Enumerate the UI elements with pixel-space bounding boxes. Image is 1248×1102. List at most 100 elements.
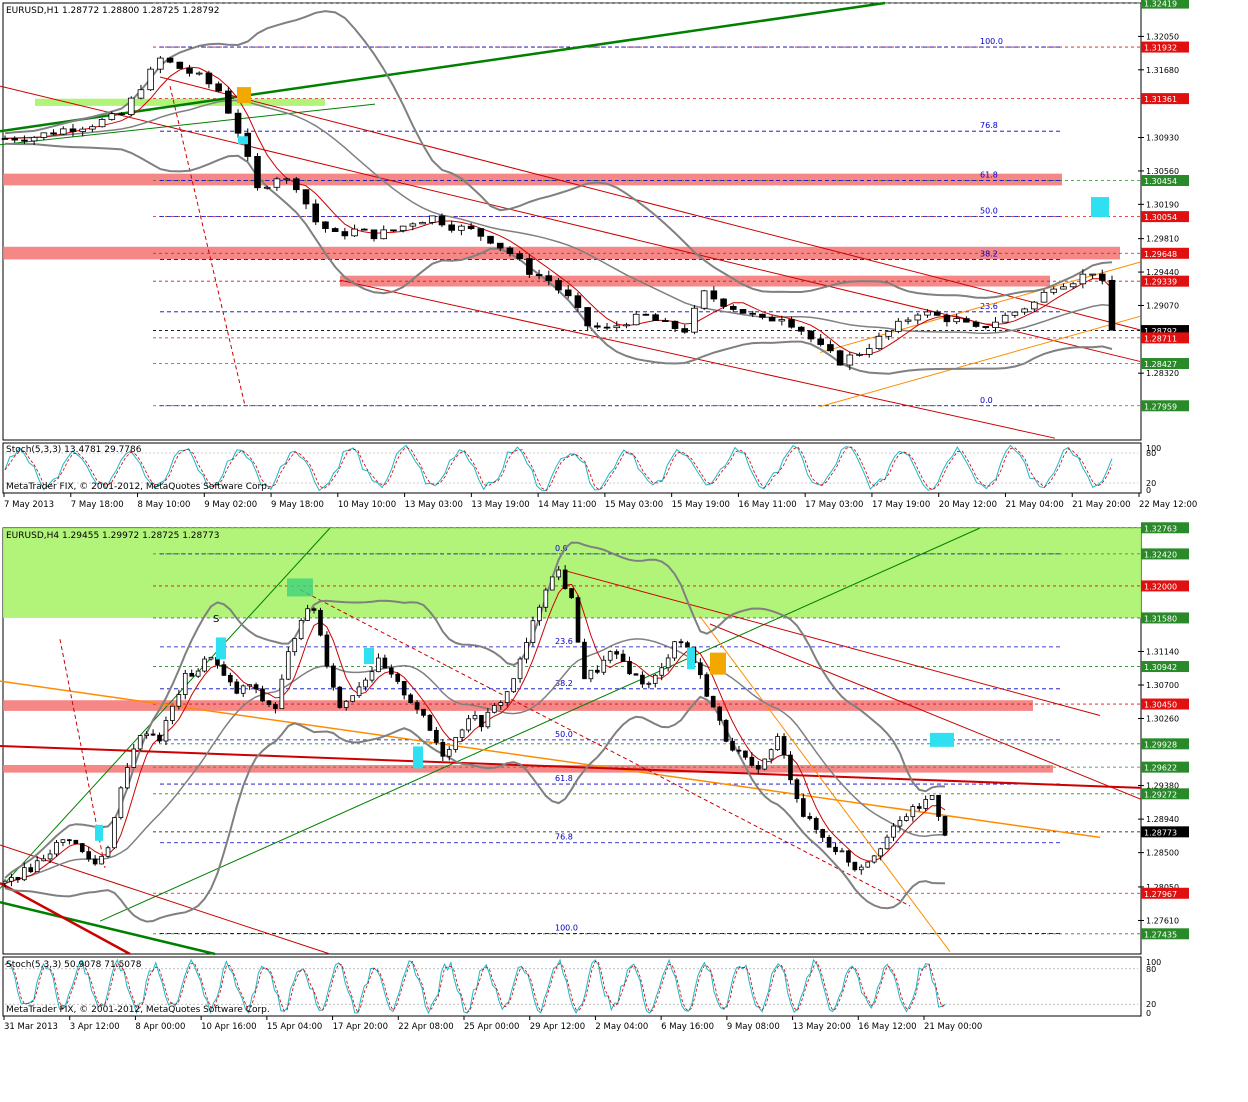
candle-body [1089, 273, 1096, 276]
candle-body [743, 750, 748, 758]
candle-body [382, 657, 388, 669]
candle-body [298, 620, 304, 640]
candle-body [69, 128, 77, 132]
candle-body [916, 806, 922, 809]
candle-body [341, 231, 349, 237]
candle-body [1108, 279, 1116, 331]
trendline [0, 844, 331, 955]
candle-body [992, 321, 999, 328]
candle-body [942, 816, 948, 836]
h1-header: EURUSD,H1 1.28772 1.28800 1.28725 1.2879… [6, 6, 219, 16]
candle-body [836, 350, 844, 366]
candle-body [640, 674, 645, 685]
candle-body [852, 861, 858, 871]
candle-body [163, 720, 169, 742]
y-tick-label: 1.28500 [1146, 849, 1179, 858]
candle-body [195, 670, 201, 677]
candle-body [788, 319, 795, 328]
candle-body [584, 307, 591, 327]
candle-body [856, 353, 863, 356]
candle-body [797, 326, 805, 332]
candle-body [440, 741, 446, 757]
x-tick-label: 21 May 04:00 [1005, 500, 1063, 510]
candle-body [34, 860, 40, 873]
y-tick-label: 1.29810 [1146, 235, 1179, 244]
candle-body [247, 684, 252, 687]
candle-body [678, 641, 684, 644]
candle-body [322, 221, 329, 229]
y-tick-label: 1.30560 [1146, 167, 1179, 176]
candle-body [409, 223, 417, 227]
price-label-text: 1.30454 [1144, 177, 1177, 186]
candle-body [30, 137, 38, 142]
candle-body [59, 128, 67, 135]
candle-body [498, 702, 504, 706]
candle-body [92, 858, 98, 865]
candle-body [47, 853, 53, 860]
candle-body [1079, 273, 1087, 285]
candle-body [21, 139, 28, 142]
y-tick-label: 1.30930 [1146, 134, 1179, 143]
candle-body [147, 68, 154, 91]
price-label-text: 1.29622 [1144, 764, 1177, 773]
candle-body [788, 754, 793, 781]
candle-body [1099, 273, 1106, 281]
candle-body [176, 694, 182, 707]
h4-y-ticks: 1.311401.307001.302601.293801.289401.285… [1138, 647, 1179, 925]
candle-body [254, 156, 261, 189]
candle-body [86, 851, 92, 860]
candle-body [428, 215, 436, 223]
price-label-text: 1.31361 [1144, 95, 1177, 104]
candle-body [448, 224, 455, 231]
fib-level-label: 76.8 [980, 121, 998, 130]
price-label-text: 1.28711 [1144, 334, 1177, 343]
x-tick-label: 9 May 08:00 [727, 1022, 780, 1032]
candle-body [582, 641, 587, 680]
candle-body [642, 313, 650, 316]
stoch-scale-label: 0 [1146, 486, 1151, 495]
candle-body [511, 678, 516, 693]
h4-price-labels: 1.32763 1.32420 1.32000 1.31580 1.30942 1.304… [1141, 522, 1189, 940]
y-tick-label: 1.31680 [1146, 66, 1179, 75]
candle-body [350, 695, 355, 702]
cyan-marker [216, 637, 226, 660]
candle-body [408, 694, 413, 703]
candle-body [652, 314, 659, 321]
cyan-marker [930, 732, 954, 747]
candle-body [118, 113, 125, 116]
fib-level-label: 76.8 [555, 833, 573, 842]
candle-body [446, 749, 452, 757]
candle-body [929, 794, 935, 800]
candle-body [137, 89, 145, 99]
candle-body [794, 779, 800, 799]
candle-body [839, 850, 845, 853]
candle-body [910, 806, 916, 818]
candle-body [865, 348, 873, 355]
candle-body [472, 715, 478, 720]
candle-body [633, 673, 639, 676]
candle-body [467, 225, 475, 230]
candle-body [283, 178, 290, 181]
candle-body [279, 678, 285, 710]
candle-body [105, 847, 111, 857]
x-tick-label: 14 May 11:00 [538, 500, 596, 510]
candle-body [826, 836, 832, 848]
s-marker: S [213, 614, 219, 625]
candle-body [401, 681, 407, 696]
candle-body [530, 620, 536, 643]
candle-body [292, 638, 298, 653]
candle-body [253, 684, 259, 690]
candle-body [9, 876, 14, 882]
candle-body [506, 247, 514, 255]
candle-body [710, 290, 718, 300]
x-tick-label: 6 May 16:00 [661, 1022, 714, 1032]
x-tick-label: 29 Apr 12:00 [530, 1022, 585, 1032]
candle-body [923, 799, 929, 809]
candle-body [924, 311, 931, 316]
fib-level-label: 38.2 [980, 249, 998, 258]
candle-body [891, 825, 896, 838]
candle-body [759, 313, 766, 318]
price-label-text: 1.29928 [1144, 740, 1177, 749]
fib-level-label: 100.0 [980, 37, 1003, 46]
candle-body [730, 740, 735, 751]
